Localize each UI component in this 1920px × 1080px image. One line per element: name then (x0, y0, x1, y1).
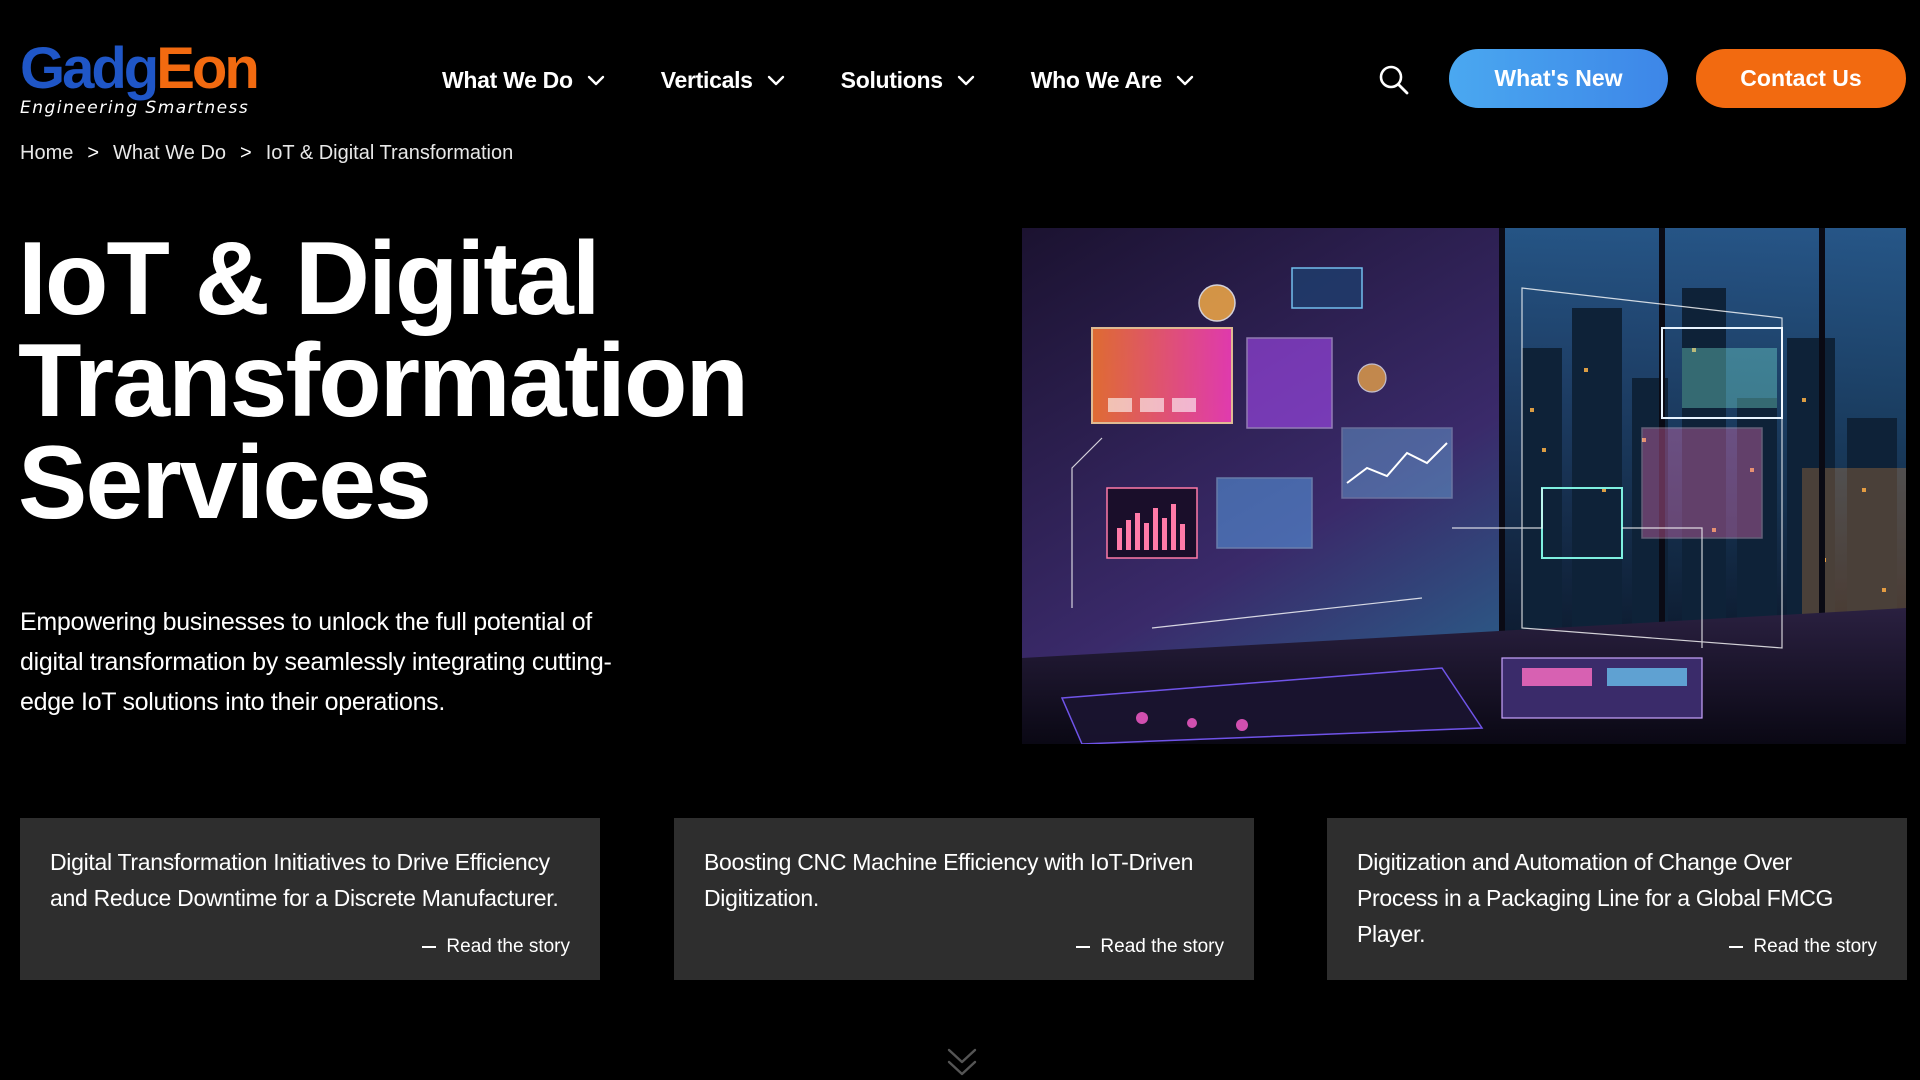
breadcrumb-what-we-do[interactable]: What We Do (113, 142, 226, 165)
gadgeon-logo[interactable]: GadgEon Engineering Smartness (20, 36, 260, 119)
chevron-down-icon (587, 75, 604, 86)
title-line: Transformation (18, 323, 749, 439)
hero-image (1022, 228, 1906, 744)
nav-item-label: Verticals (660, 66, 753, 93)
read-story-link[interactable]: Read the story (1729, 936, 1877, 958)
whats-new-button[interactable]: What's New (1449, 49, 1668, 108)
breadcrumb-home[interactable]: Home (20, 142, 73, 165)
story-card[interactable]: Boosting CNC Machine Efficiency with IoT… (674, 818, 1254, 980)
story-card-text: Boosting CNC Machine Efficiency with IoT… (704, 849, 1194, 911)
read-story-label: Read the story (1100, 936, 1224, 957)
logo-wordmark: GadgEon (20, 36, 260, 101)
scroll-down-icon[interactable] (945, 1044, 979, 1080)
logo-tagline: Engineering Smartness (20, 98, 250, 118)
search-icon[interactable] (1378, 64, 1410, 96)
hero-description: Empowering businesses to unlock the full… (20, 608, 612, 716)
site-header: GadgEon Engineering Smartness What We Do… (0, 0, 1920, 140)
title-line: Services (18, 425, 432, 541)
nav-item-solutions[interactable]: Solutions (841, 60, 975, 100)
breadcrumb: Home > What We Do > IoT & Digital Transf… (20, 142, 513, 165)
page-title: IoT & Digital Transformation Services (18, 221, 838, 541)
story-card[interactable]: Digital Transformation Initiatives to Dr… (20, 818, 600, 980)
nav-item-label: What We Do (442, 66, 573, 93)
breadcrumb-separator: > (240, 142, 252, 164)
read-story-link[interactable]: Read the story (422, 936, 570, 958)
main-nav: What We Do Verticals Solutions Who We Ar… (442, 60, 1250, 100)
nav-item-label: Who We Are (1030, 66, 1162, 93)
chevron-down-icon (1176, 75, 1194, 86)
story-card[interactable]: Digitization and Automation of Change Ov… (1327, 818, 1907, 980)
story-card-text: Digital Transformation Initiatives to Dr… (50, 849, 559, 911)
contact-us-button[interactable]: Contact Us (1696, 49, 1906, 108)
dash-icon (1076, 946, 1091, 948)
title-line: IoT & Digital (18, 221, 601, 337)
dash-icon (1729, 946, 1744, 948)
read-story-label: Read the story (1753, 936, 1877, 957)
chevron-down-icon (767, 75, 784, 86)
iot-dashboard-illustration (1022, 228, 1906, 744)
read-story-link[interactable]: Read the story (1076, 936, 1224, 958)
nav-item-verticals[interactable]: Verticals (661, 60, 785, 100)
nav-item-label: Solutions (840, 66, 943, 93)
breadcrumb-current: IoT & Digital Transformation (265, 142, 514, 164)
read-story-label: Read the story (446, 936, 570, 957)
chevron-down-icon (957, 75, 974, 86)
nav-item-who-we-are[interactable]: Who We Are (1031, 60, 1194, 100)
dash-icon (422, 946, 437, 948)
nav-item-what-we-do[interactable]: What We Do (442, 60, 605, 100)
breadcrumb-separator: > (87, 142, 100, 164)
